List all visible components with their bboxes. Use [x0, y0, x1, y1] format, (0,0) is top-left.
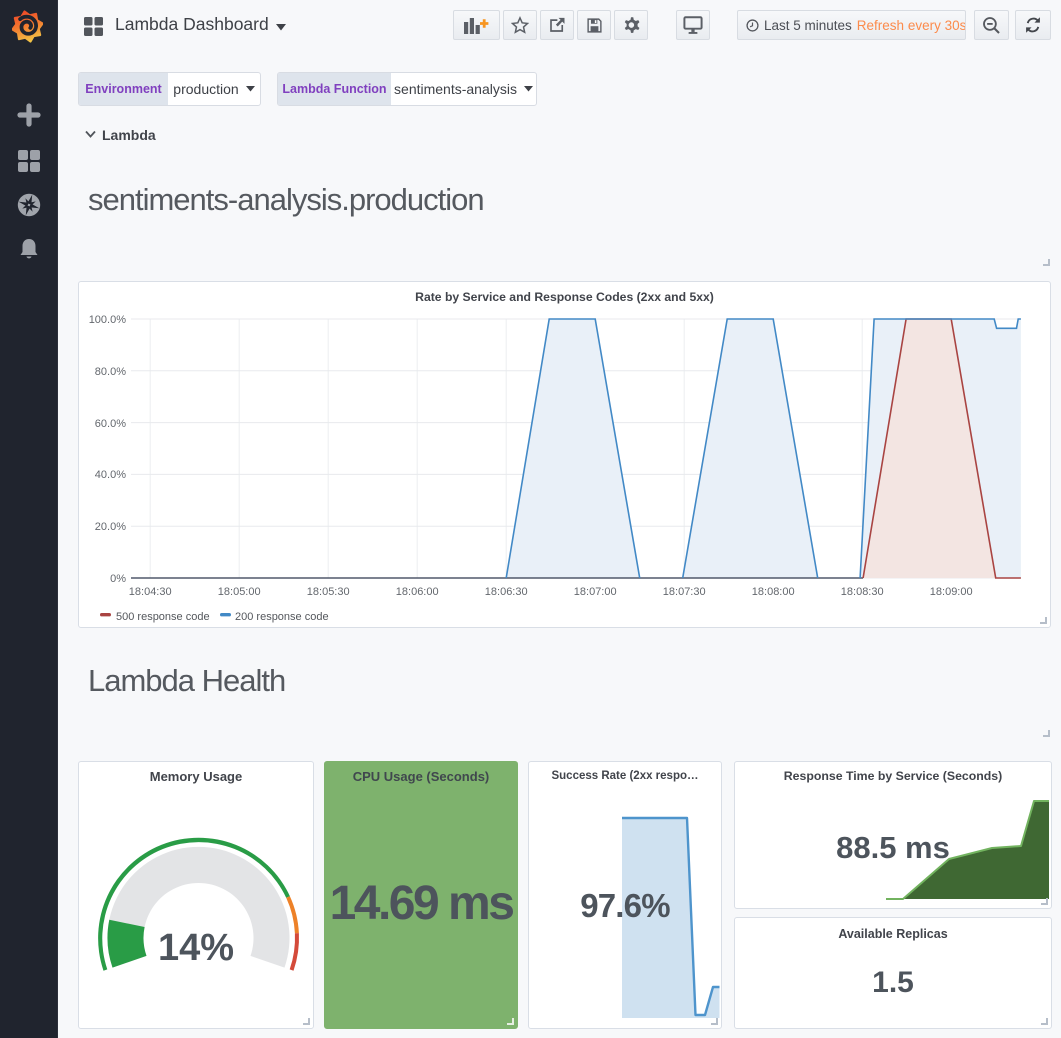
svg-text:18:05:00: 18:05:00: [218, 586, 261, 598]
svg-text:200 response code: 200 response code: [235, 611, 329, 623]
svg-text:18:08:30: 18:08:30: [841, 586, 884, 598]
svg-text:100.0%: 100.0%: [89, 314, 127, 326]
svg-text:18:06:00: 18:06:00: [396, 586, 439, 598]
svg-text:80.0%: 80.0%: [95, 366, 126, 378]
svg-text:18:05:30: 18:05:30: [307, 586, 350, 598]
svg-text:60.0%: 60.0%: [95, 418, 126, 430]
svg-text:18:04:30: 18:04:30: [129, 586, 172, 598]
svg-text:18:09:00: 18:09:00: [930, 586, 973, 598]
svg-text:18:08:00: 18:08:00: [752, 586, 795, 598]
svg-text:20.0%: 20.0%: [95, 521, 126, 533]
svg-text:18:07:30: 18:07:30: [663, 586, 706, 598]
svg-text:40.0%: 40.0%: [95, 469, 126, 481]
svg-text:0%: 0%: [110, 573, 126, 585]
svg-text:18:06:30: 18:06:30: [485, 586, 528, 598]
svg-text:18:07:00: 18:07:00: [574, 586, 617, 598]
svg-text:500 response code: 500 response code: [116, 611, 210, 623]
